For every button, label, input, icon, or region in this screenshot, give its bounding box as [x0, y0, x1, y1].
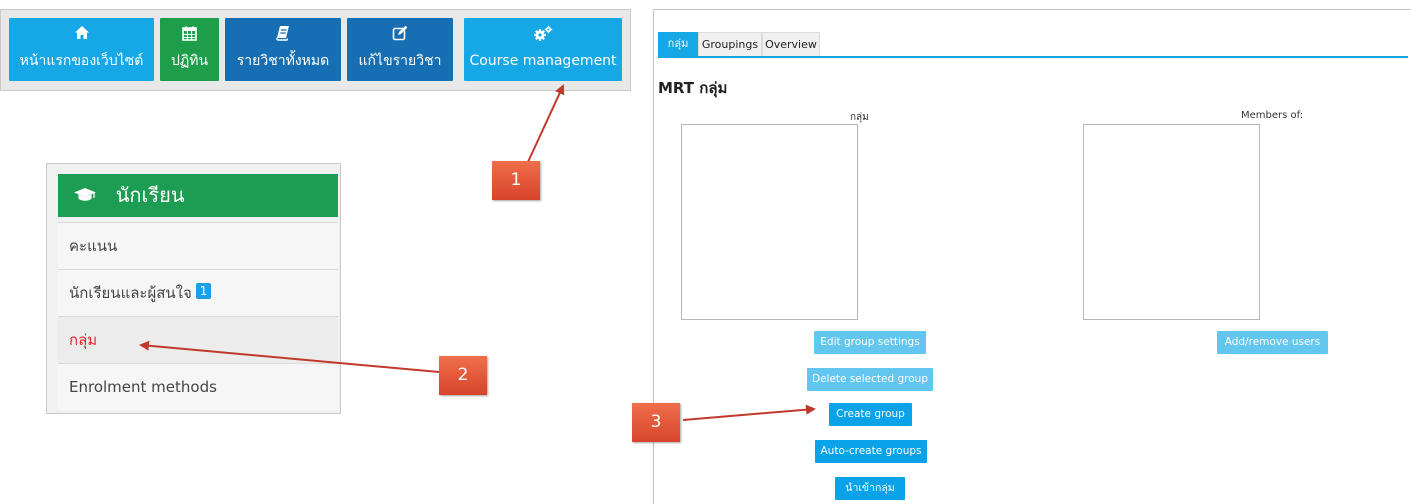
nav-all-courses-label: รายวิชาทั้งหมด	[236, 53, 330, 69]
tab-groupings[interactable]: Groupings	[698, 32, 762, 56]
tab-label: กลุ่ม	[667, 37, 689, 50]
student-menu-card: นักเรียน คะแนน นักเรียนและผู้สนใจ 1 กลุ่ม…	[46, 163, 341, 414]
nav-home-label: หน้าแรกของเว็บไซต์	[19, 53, 144, 69]
create-group-button[interactable]: Create group	[829, 403, 912, 426]
cogs-icon	[464, 25, 622, 45]
nav-all-courses-button[interactable]: รายวิชาทั้งหมด	[225, 18, 341, 81]
nav-course-management-label: Course management	[469, 53, 617, 69]
step-marker-2: 2	[439, 356, 487, 395]
import-groups-button[interactable]: นำเข้ากลุ่ม	[835, 477, 905, 500]
menu-item-label: กลุ่ม	[69, 331, 98, 349]
menu-item-label: Enrolment methods	[69, 378, 217, 396]
tab-label: Overview	[765, 38, 817, 51]
nav-home-button[interactable]: หน้าแรกของเว็บไซต์	[9, 18, 154, 81]
student-menu-title: นักเรียน	[115, 183, 185, 207]
tab-groups[interactable]: กลุ่ม	[658, 32, 698, 56]
members-column-header: Members of:	[1241, 110, 1304, 121]
delete-selected-group-button[interactable]: Delete selected group	[807, 368, 933, 391]
groups-page-panel: กลุ่ม Groupings Overview MRT กลุ่ม กลุ่ม…	[653, 9, 1411, 504]
menu-item-label: คะแนน	[69, 237, 118, 255]
nav-course-management-button[interactable]: Course management	[464, 18, 622, 81]
groups-listbox[interactable]	[681, 124, 858, 320]
menu-item-grades[interactable]: คะแนน	[58, 222, 338, 269]
auto-create-groups-button[interactable]: Auto-create groups	[815, 440, 927, 463]
menu-item-groups[interactable]: กลุ่ม	[58, 316, 338, 363]
menu-item-label: นักเรียนและผู้สนใจ	[69, 284, 192, 302]
tab-label: Groupings	[701, 38, 759, 51]
arrow-1	[527, 84, 565, 163]
menu-item-enrolment-methods[interactable]: Enrolment methods	[58, 363, 338, 410]
members-listbox[interactable]	[1083, 124, 1260, 320]
calendar-icon	[160, 25, 219, 45]
add-remove-users-button[interactable]: Add/remove users	[1217, 331, 1328, 354]
menu-item-participants[interactable]: นักเรียนและผู้สนใจ 1	[58, 269, 338, 316]
edit-icon	[347, 25, 453, 45]
edit-group-settings-button[interactable]: Edit group settings	[814, 331, 926, 354]
graduation-cap-icon	[74, 186, 102, 207]
tabs-underline	[658, 56, 1408, 58]
step-marker-3: 3	[632, 403, 680, 442]
nav-edit-course-button[interactable]: แก้ไขรายวิชา	[347, 18, 453, 81]
notification-badge: 1	[195, 283, 212, 299]
nav-calendar-button[interactable]: ปฏิทิน	[160, 18, 219, 81]
step-marker-1: 1	[492, 161, 540, 200]
book-icon	[225, 25, 341, 45]
student-menu-header: นักเรียน	[58, 174, 338, 217]
tab-overview[interactable]: Overview	[762, 32, 820, 56]
top-navigation-bar: หน้าแรกของเว็บไซต์ ปฏิทิน รายวิชาทั้งหมด…	[0, 9, 631, 91]
nav-edit-course-label: แก้ไขรายวิชา	[358, 53, 442, 69]
groups-column-header: กลุ่ม	[850, 112, 869, 123]
nav-calendar-label: ปฏิทิน	[170, 53, 209, 69]
home-icon	[9, 25, 154, 45]
page-title: MRT กลุ่ม	[658, 79, 728, 97]
